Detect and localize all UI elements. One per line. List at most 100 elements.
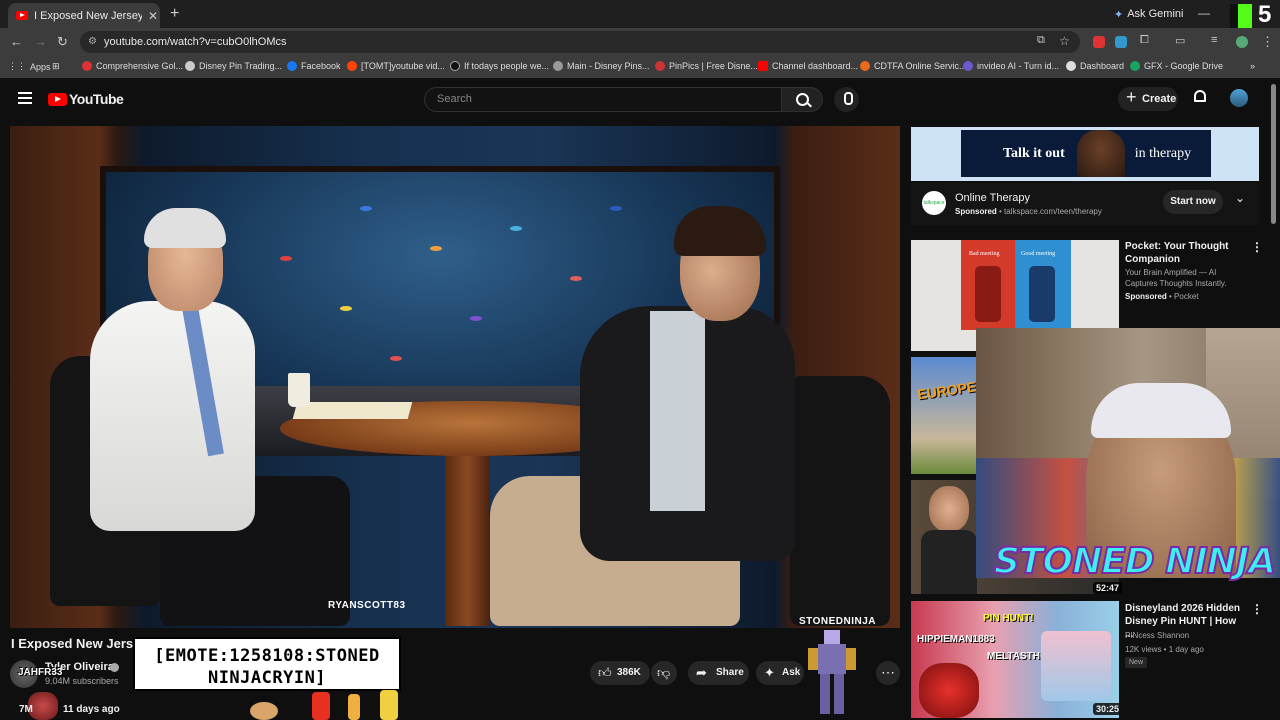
recommended-channel-name[interactable]: PINcess Shannon (1125, 631, 1189, 640)
person-left-hair (144, 208, 226, 248)
facebook-icon (287, 61, 297, 71)
bookmark-item[interactable]: Facebook (287, 61, 341, 71)
create-button[interactable]: Create (1118, 85, 1178, 111)
back-icon[interactable]: ← (10, 34, 23, 49)
kick-logo-icon (1230, 4, 1252, 28)
person-right-shirt (650, 311, 705, 511)
forward-icon[interactable]: → (34, 34, 47, 49)
share-button[interactable]: ➦ Share (688, 661, 749, 685)
pocket-thumb-left-panel: Bad meeting (961, 240, 1015, 330)
like-button[interactable]: 👍︎ 386K (590, 661, 650, 685)
fish (430, 246, 442, 251)
ad-sponsored-line: Sponsored • talkspace.com/teen/therapy (955, 207, 1102, 216)
microphone-icon[interactable] (834, 87, 859, 112)
upload-age: 11 days ago (63, 704, 120, 715)
fish (280, 256, 292, 261)
search-input[interactable]: Search (424, 87, 782, 112)
video-thumbnail-pin-hunt[interactable]: PIN HUNT! HIPPIEMAN1883 MELTASTHC 30:25 (911, 601, 1119, 718)
stream-overlay-number: 5 (1258, 1, 1272, 28)
ad-banner-text: Talk it out (1003, 145, 1065, 161)
pocket-sponsored-label: Sponsored (1125, 292, 1167, 301)
media-icon[interactable]: ≡ (1211, 34, 1217, 46)
notifications-bell-icon[interactable] (1194, 90, 1206, 102)
stream-emote-alert: [EMOTE:1258108:STONED NINJACRYIN] (133, 637, 401, 691)
ad-domain: talkspace.com/teen/therapy (1004, 207, 1102, 216)
address-bar[interactable]: ⚙ youtube.com/watch?v=cubO0lhOMcs (80, 31, 1080, 53)
bookmark-item[interactable]: [TOMT]youtube vid... (347, 61, 445, 71)
bookmarks-bar: ⋮⋮ Apps ⊞ Comprehensive Gol... Disney Pin… (0, 56, 1280, 78)
tab-close-icon[interactable]: ✕ (148, 9, 158, 23)
dislike-button[interactable]: 👎︎ (651, 661, 677, 685)
account-avatar[interactable] (1230, 89, 1248, 107)
kebab-menu-icon[interactable]: ⋮ (1251, 602, 1263, 616)
minimize-icon[interactable]: — (1198, 6, 1210, 20)
bookmark-item[interactable]: GFX - Google Drive (1130, 61, 1223, 71)
page-scrollbar[interactable] (1271, 84, 1276, 224)
ask-button[interactable]: ✦ Ask (756, 661, 804, 685)
fish (610, 206, 622, 211)
phone-image (975, 266, 1001, 322)
extension-red-icon[interactable] (1093, 36, 1105, 48)
bookmark-item[interactable]: Comprehensive Gol... (82, 61, 183, 71)
pocket-ad-description: Your Brain Amplified — AI Captures Thoug… (1125, 268, 1227, 288)
reddit-icon (347, 61, 357, 71)
kebab-menu-icon[interactable]: ⋮ (1251, 240, 1263, 254)
youtube-logo-icon[interactable] (48, 93, 67, 106)
pocket-thumb-left-text: Bad meeting (969, 251, 1000, 257)
bookmark-favicon-icon (553, 61, 563, 71)
pocket-ad-title[interactable]: Pocket: Your Thought Companion (1125, 240, 1235, 266)
site-info-icon[interactable]: ⚙ (88, 31, 97, 53)
ad-banner[interactable]: Talk it out in therapy (911, 127, 1259, 181)
bookmark-favicon-icon (82, 61, 92, 71)
video-duration: 52:47 (1093, 582, 1123, 594)
bookmark-favicon-icon (860, 61, 870, 71)
chevron-down-icon[interactable]: ⌄ (1235, 191, 1245, 205)
bookmark-item[interactable]: Dashboard (1066, 61, 1124, 71)
cup (288, 373, 310, 407)
ad-banner-text-2: in therapy (1134, 145, 1192, 161)
bookmark-item[interactable]: PinPics | Free Disne... (655, 61, 758, 71)
profile-icon[interactable] (1236, 36, 1248, 48)
new-tab-icon[interactable]: + (170, 5, 179, 23)
fish (340, 306, 352, 311)
chair-right (790, 376, 890, 626)
ask-gemini-button[interactable]: ✦ Ask Gemini (1106, 5, 1191, 23)
fish (470, 316, 482, 321)
bookmark-apps[interactable]: ⋮⋮ Apps (8, 61, 51, 72)
pocket-sponsored-line: Sponsored • Pocket (1125, 292, 1199, 301)
thumbs-up-icon: 👍︎ (598, 665, 612, 680)
more-actions-icon[interactable]: ⋯ (876, 661, 900, 685)
browser-tab-bar: I Exposed New Jersey's Jewish ✕ + ✦ Ask … (0, 0, 1280, 28)
bookmark-item[interactable]: Channel dashboard... (758, 61, 858, 71)
bookmarks-overflow-icon[interactable]: » (1250, 61, 1255, 71)
bookmark-item[interactable]: Disney Pin Trading... (185, 61, 282, 71)
sidepanel-icon[interactable]: ▭ (1175, 34, 1185, 47)
ad-title: Online Therapy (955, 192, 1031, 204)
menu-icon[interactable] (18, 92, 32, 104)
search-icon[interactable] (781, 87, 823, 112)
thumbnail-character (919, 663, 979, 718)
video-player[interactable]: RYANSCOTT83 STONEDNINJA (10, 126, 900, 628)
bookmark-item[interactable]: Main - Disney Pins... (553, 61, 650, 71)
bookmark-item[interactable]: CDTFA Online Servic... (860, 61, 967, 71)
pocket-source: Pocket (1174, 292, 1199, 301)
bookmark-star-icon[interactable]: ☆ (1059, 34, 1070, 48)
pocket-thumb-right-text: Good meeting (1021, 251, 1056, 257)
bookmark-favicon-icon (185, 61, 195, 71)
youtube-logo-text[interactable]: YouTube (69, 91, 124, 107)
extensions-puzzle-icon[interactable]: ⧠ (1140, 34, 1149, 47)
thumbs-down-icon: 👎︎ (657, 665, 671, 680)
grid-icon[interactable]: ⊞ (52, 61, 60, 72)
extension-blue-icon[interactable] (1115, 36, 1127, 48)
bookmark-item[interactable]: invideo AI - Turn id... (963, 61, 1059, 71)
install-app-icon[interactable]: ⧉ (1037, 34, 1045, 47)
person-left-shirt (90, 301, 255, 531)
advertiser-logo: talkspace (922, 191, 946, 215)
browser-menu-icon[interactable]: ⋮ (1261, 34, 1274, 50)
reload-icon[interactable]: ↻ (57, 34, 68, 50)
bookmark-item[interactable]: If todays people we... (450, 61, 549, 71)
start-now-button[interactable]: Start now (1163, 190, 1223, 214)
ad-info-row[interactable]: talkspace Online Therapy Sponsored • tal… (911, 183, 1259, 225)
browser-tab[interactable]: I Exposed New Jersey's Jewish ✕ (8, 3, 160, 28)
url-text: youtube.com/watch?v=cubO0lhOMcs (104, 36, 287, 48)
